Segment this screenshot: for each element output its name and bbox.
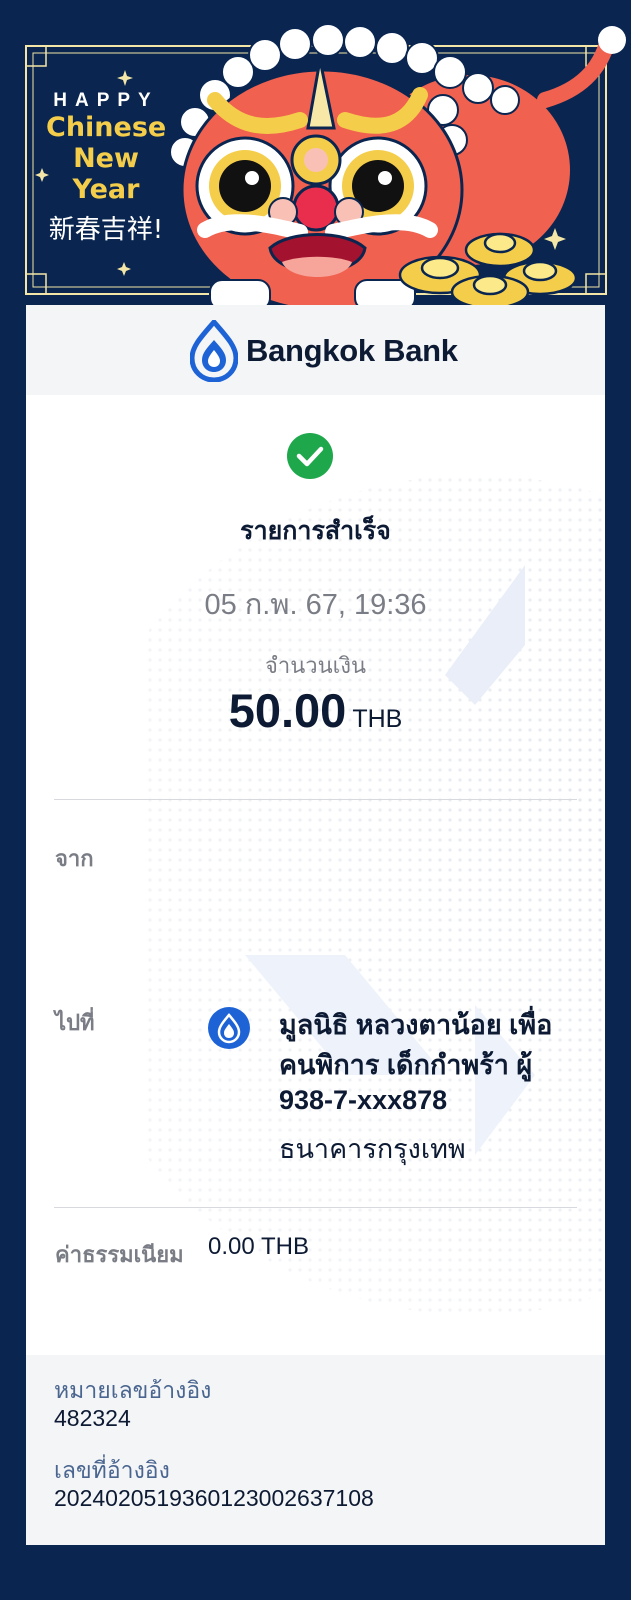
recipient-account: 938-7-xxx878 xyxy=(279,1085,448,1115)
fee-label: ค่าธรรมเนียม xyxy=(55,1242,184,1267)
recipient-bank: ธนาคารกรุงเทพ xyxy=(279,1134,466,1164)
reference-value: 482324 xyxy=(54,1405,131,1431)
bangkok-bank-logo-icon xyxy=(190,320,238,382)
transfer-slip: Bangkok Bank รายการสำเร็จ 05 ก.พ. 67, 19… xyxy=(26,305,605,1545)
divider xyxy=(54,1207,577,1208)
transaction-datetime: 05 ก.พ. 67, 19:36 xyxy=(204,589,427,621)
new-year-banner: HAPPY Chinese New Year 新春吉祥! xyxy=(0,0,631,305)
bank-header: Bangkok Bank xyxy=(26,305,605,395)
to-label: ไปที่ xyxy=(55,1010,95,1035)
bank-logo: Bangkok Bank xyxy=(190,320,458,382)
amount-value: 50.00 xyxy=(228,684,347,737)
reference-no-value: 2024020519360123002637108 xyxy=(54,1485,374,1511)
reference-label: หมายเลขอ้างอิง xyxy=(54,1377,212,1403)
recipient-name: มูลนิธิ หลวงตาน้อย เพื่อคนพิการ เด็กกำพร… xyxy=(279,1010,553,1080)
recipient-bank-icon xyxy=(208,1007,250,1049)
reference-section: หมายเลขอ้างอิง 482324 เลขที่อ้างอิง 2024… xyxy=(26,1355,605,1545)
status-text: รายการสำเร็จ xyxy=(240,517,391,545)
bank-name: Bangkok Bank xyxy=(246,333,458,368)
check-circle-icon xyxy=(287,433,333,479)
fee-value: 0.00 THB xyxy=(208,1233,309,1260)
happy-new-year-text: HAPPY Chinese New Year 新春吉祥! xyxy=(46,90,166,246)
banner-happy: HAPPY xyxy=(53,90,159,111)
divider xyxy=(54,799,577,800)
amount-currency: THB xyxy=(352,705,403,733)
banner-chinese: Chinese xyxy=(46,112,167,143)
banner-new: New xyxy=(73,143,139,174)
from-label: จาก xyxy=(55,846,94,871)
amount-label: จำนวนเงิน xyxy=(265,653,366,678)
reference-no-label: เลขที่อ้างอิง xyxy=(54,1457,170,1483)
amount: 50.00 THB xyxy=(26,683,605,738)
banner-chinese-greeting: 新春吉祥! xyxy=(48,215,164,245)
banner-year: Year xyxy=(72,174,140,205)
